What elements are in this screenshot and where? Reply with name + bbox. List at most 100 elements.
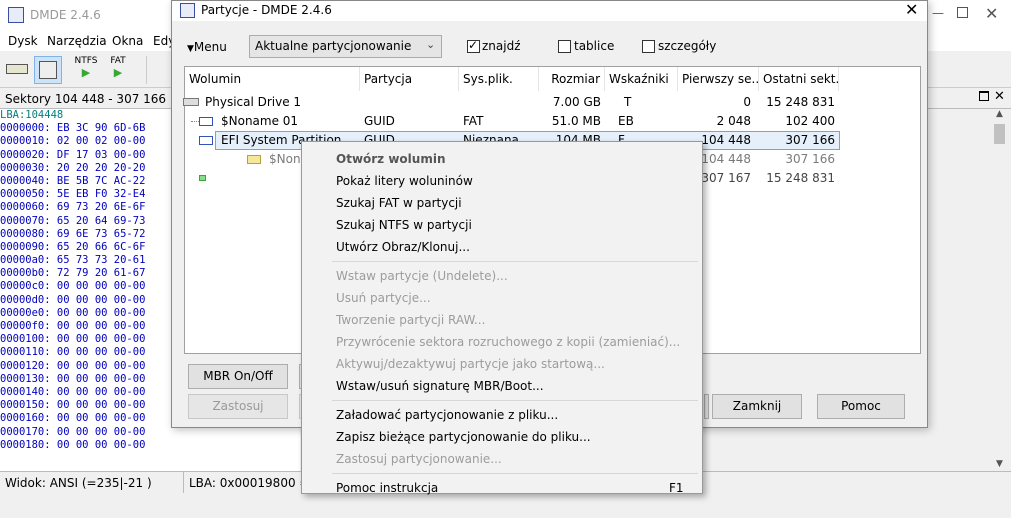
menu-item[interactable]: Pomoc instrukcja [336, 481, 438, 495]
menu-item-label: Usuń partycje... [336, 291, 431, 305]
details-checkbox[interactable] [642, 40, 655, 53]
cell-last: 15 248 831 [766, 95, 835, 109]
cell-last: 15 248 831 [766, 171, 835, 185]
minimize-icon[interactable]: — [932, 6, 944, 20]
dropdown-arrow-icon: ▼ [187, 44, 194, 54]
status-view: Widok: ANSI (=235|-21 ) [5, 476, 152, 490]
context-menu: Otwórz wolumin Pokaż litery woluninów Szuk… [301, 141, 703, 495]
col-filesystem[interactable]: Sys.plik. [459, 67, 539, 91]
document-icon[interactable] [146, 56, 174, 84]
menu-item[interactable]: Otwórz wolumin [336, 152, 446, 166]
dialog-menu-button[interactable]: ▼Menu [187, 40, 227, 54]
menu-item[interactable]: Zastosuj partycjonowanie... [336, 452, 502, 466]
dialog-app-icon [180, 3, 195, 18]
drive-icon[interactable] [4, 56, 32, 84]
col-last-sector[interactable]: Ostatni sekt... [759, 67, 839, 91]
menu-item[interactable]: Wstaw partycje (Undelete)... [336, 269, 508, 283]
menu-item[interactable]: Aktywuj/dezaktywuj partycje jako startow… [336, 357, 605, 371]
hex-scrollbar[interactable]: ▲ ▼ [991, 109, 1008, 471]
cell-first: 2 048 [716, 114, 751, 128]
col-first-sector[interactable]: Pierwszy se... [678, 67, 759, 91]
menu-item-label: Przywrócenie sektora rozruchowego z kopi… [336, 335, 681, 349]
close-icon[interactable]: ✕ [985, 4, 998, 23]
dialog-titlebar: Partycje - DMDE 2.4.6 ✕ [172, 0, 927, 21]
menu-item[interactable]: Usuń partycje... [336, 291, 431, 305]
hex-row: 0000180: 00 00 00 00-00 [0, 438, 146, 451]
cell-filesystem: FAT [463, 114, 484, 128]
tables-checkbox[interactable] [558, 40, 571, 53]
menu-item-label: Wstaw partycje (Undelete)... [336, 269, 508, 283]
menu-item[interactable]: Pokaż litery woluninów [336, 174, 473, 188]
dialog-title: Partycje - DMDE 2.4.6 [201, 3, 332, 17]
cell-volume: Physical Drive 1 [205, 95, 302, 109]
help-button[interactable]: Pomoc [817, 394, 905, 419]
cell-volume: $Noname 01 [221, 114, 299, 128]
partitions-icon[interactable] [34, 56, 62, 84]
apply-button[interactable]: Zastosuj [188, 394, 288, 419]
chevron-down-icon: ⌄ [426, 38, 436, 51]
partition-icon [199, 136, 213, 145]
menu-item-label: Zapisz bieżące partycjonowanie do pliku.… [336, 430, 591, 444]
menu-separator [332, 400, 698, 401]
menu-item[interactable]: Załadować partycjonowanie z pliku... [336, 408, 558, 422]
drive-icon [183, 98, 199, 106]
col-flags[interactable]: Wskaźniki [605, 67, 678, 91]
free-space-icon [199, 175, 206, 181]
ntfs-label: NTFS [74, 56, 98, 66]
menu-item-label: Pokaż litery woluninów [336, 174, 473, 188]
select-value: Aktualne partycjonowanie [255, 39, 412, 53]
main-title: DMDE 2.4.6 [30, 8, 101, 22]
close-button[interactable]: Zamknij [712, 394, 802, 419]
maximize-pane-icon[interactable] [979, 91, 989, 101]
cell-flags: EB [618, 114, 634, 128]
tables-label: tablice [574, 39, 615, 53]
col-size[interactable]: Rozmiar [539, 67, 605, 91]
menu-item[interactable]: Szukaj NTFS w partycji [336, 218, 472, 232]
mbr-toggle-button[interactable]: MBR On/Off [188, 364, 288, 389]
sector-range: Sektory 104 448 - 307 166 [5, 92, 167, 106]
menu-item[interactable]: Przywrócenie sektora rozruchowego z kopi… [336, 335, 680, 349]
cell-size: 7.00 GB [552, 95, 601, 109]
cell-last: 307 166 [785, 133, 835, 147]
table-row[interactable]: Physical Drive 1 7.00 GB T 0 15 248 831 [183, 93, 920, 112]
col-volume[interactable]: Wolumin [185, 67, 360, 91]
menu-windows[interactable]: Okna [112, 34, 143, 48]
close-pane-icon[interactable]: ✕ [994, 89, 1005, 104]
menu-item-label: Szukaj FAT w partycji [336, 196, 462, 210]
menu-item-label: Utwórz Obraz/Klonuj... [336, 240, 470, 254]
menu-separator [332, 473, 698, 474]
maximize-icon[interactable] [957, 7, 968, 18]
partition-icon [199, 117, 213, 126]
check-icon: ✓ [468, 38, 479, 52]
fat-label: FAT [110, 56, 126, 66]
partitioning-select[interactable]: Aktualne partycjonowanie ⌄ [249, 35, 442, 58]
menu-item[interactable]: Wstaw/usuń signaturę MBR/Boot... [336, 379, 544, 393]
cell-last: 307 166 [785, 152, 835, 166]
fat-search-icon[interactable]: FAT ▶ [104, 56, 132, 84]
menu-item-label: Wstaw/usuń signaturę MBR/Boot... [336, 379, 544, 393]
menu-item-label: Szukaj NTFS w partycji [336, 218, 472, 232]
menu-item[interactable]: Utwórz Obraz/Klonuj... [336, 240, 470, 254]
shortcut-label: F1 [669, 481, 684, 495]
menu-item-label: Załadować partycjonowanie z pliku... [336, 408, 559, 422]
ntfs-search-icon[interactable]: NTFS ▶ [72, 56, 100, 84]
cell-size: 51.0 MB [551, 114, 601, 128]
menu-item-label: Tworzenie partycji RAW... [336, 313, 486, 327]
hidden-button[interactable] [704, 394, 709, 419]
cell-partition: GUID [364, 114, 395, 128]
find-checkbox[interactable]: ✓ [467, 38, 480, 53]
menu-item-label: Otwórz wolumin [336, 152, 446, 166]
menu-item-label: Zastosuj partycjonowanie... [336, 452, 502, 466]
folder-icon [247, 155, 261, 164]
table-row[interactable]: $Noname 01 GUID FAT 51.0 MB EB 2 048 102… [185, 112, 920, 131]
menu-disk[interactable]: Dysk [8, 34, 38, 48]
menu-tools[interactable]: Narzędzia [47, 34, 107, 48]
menu-item[interactable]: Szukaj FAT w partycji [336, 196, 462, 210]
cell-first: 0 [743, 95, 751, 109]
col-partition[interactable]: Partycja [360, 67, 459, 91]
dialog-close-icon[interactable]: ✕ [905, 0, 918, 19]
menu-item[interactable]: Zapisz bieżące partycjonowanie do pliku.… [336, 430, 591, 444]
menu-item[interactable]: Tworzenie partycji RAW... [336, 313, 485, 327]
app-icon [8, 7, 24, 23]
cell-last: 102 400 [785, 114, 835, 128]
